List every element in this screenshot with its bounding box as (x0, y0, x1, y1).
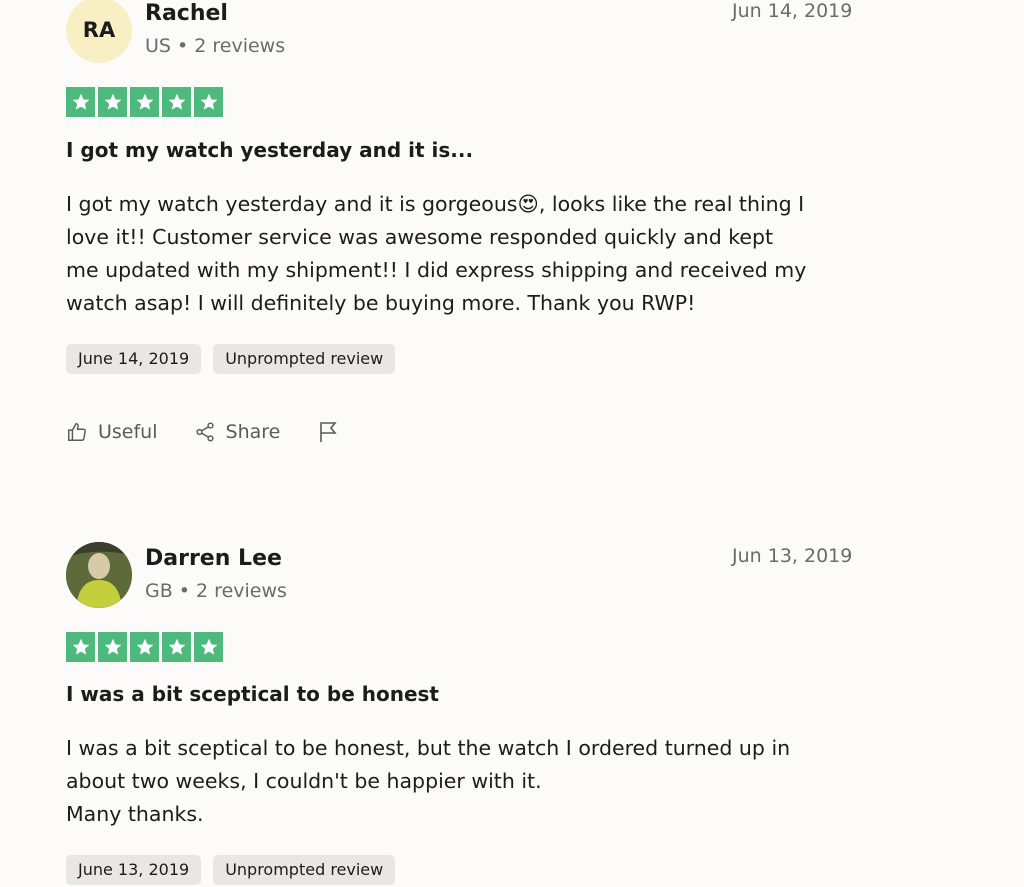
useful-label: Useful (98, 421, 158, 443)
reviewer-meta: US • 2 reviews (145, 35, 286, 57)
useful-button[interactable]: Useful (66, 421, 158, 443)
star-icon (66, 632, 95, 662)
star-icon (162, 632, 191, 662)
review-tags: June 14, 2019 Unprompted review (66, 344, 396, 374)
unprompted-review-tag[interactable]: Unprompted review (213, 344, 396, 374)
star-icon (194, 87, 223, 117)
review-actions: Useful Share (66, 420, 340, 444)
experience-date-tag: June 14, 2019 (66, 344, 202, 374)
review-body: I got my watch yesterday and it is gorge… (66, 188, 866, 320)
review-title[interactable]: I got my watch yesterday and it is... (66, 138, 473, 162)
review-body-line: watch asap! I will definitely be buying … (66, 291, 696, 315)
review-date: Jun 14, 2019 (732, 0, 853, 22)
review-tags: June 13, 2019 Unprompted review (66, 855, 396, 885)
review-body: I was a bit sceptical to be honest, but … (66, 732, 866, 831)
star-icon (162, 87, 191, 117)
star-rating (66, 632, 223, 662)
star-icon (98, 87, 127, 117)
star-icon (66, 87, 95, 117)
share-label: Share (225, 421, 281, 443)
review-body-line: about two weeks, I couldn't be happier w… (66, 769, 542, 793)
star-icon (130, 87, 159, 117)
star-icon (194, 632, 223, 662)
report-button[interactable] (316, 420, 340, 444)
avatar[interactable]: RA (66, 0, 132, 63)
thumbs-up-icon (66, 421, 88, 443)
flag-icon (316, 420, 340, 444)
review-body-line: me updated with my shipment!! I did expr… (66, 258, 807, 282)
review-body-line: I was a bit sceptical to be honest, but … (66, 736, 791, 760)
review-body-line: love it!! Customer service was awesome r… (66, 225, 774, 249)
review-date: Jun 13, 2019 (732, 545, 853, 567)
review-title[interactable]: I was a bit sceptical to be honest (66, 682, 439, 706)
star-rating (66, 87, 223, 117)
unprompted-review-tag[interactable]: Unprompted review (213, 855, 396, 885)
review-body-line: I got my watch yesterday and it is gorge… (66, 192, 805, 216)
review-body-line: Many thanks. (66, 802, 204, 826)
share-icon (194, 421, 216, 443)
reviewer-name[interactable]: Darren Lee (145, 546, 282, 571)
reviewer-meta: GB • 2 reviews (145, 580, 287, 602)
avatar-photo (66, 542, 132, 608)
star-icon (130, 632, 159, 662)
star-icon (98, 632, 127, 662)
share-button[interactable]: Share (194, 421, 281, 443)
avatar[interactable] (66, 542, 132, 608)
reviewer-name[interactable]: Rachel (145, 1, 228, 26)
experience-date-tag: June 13, 2019 (66, 855, 202, 885)
